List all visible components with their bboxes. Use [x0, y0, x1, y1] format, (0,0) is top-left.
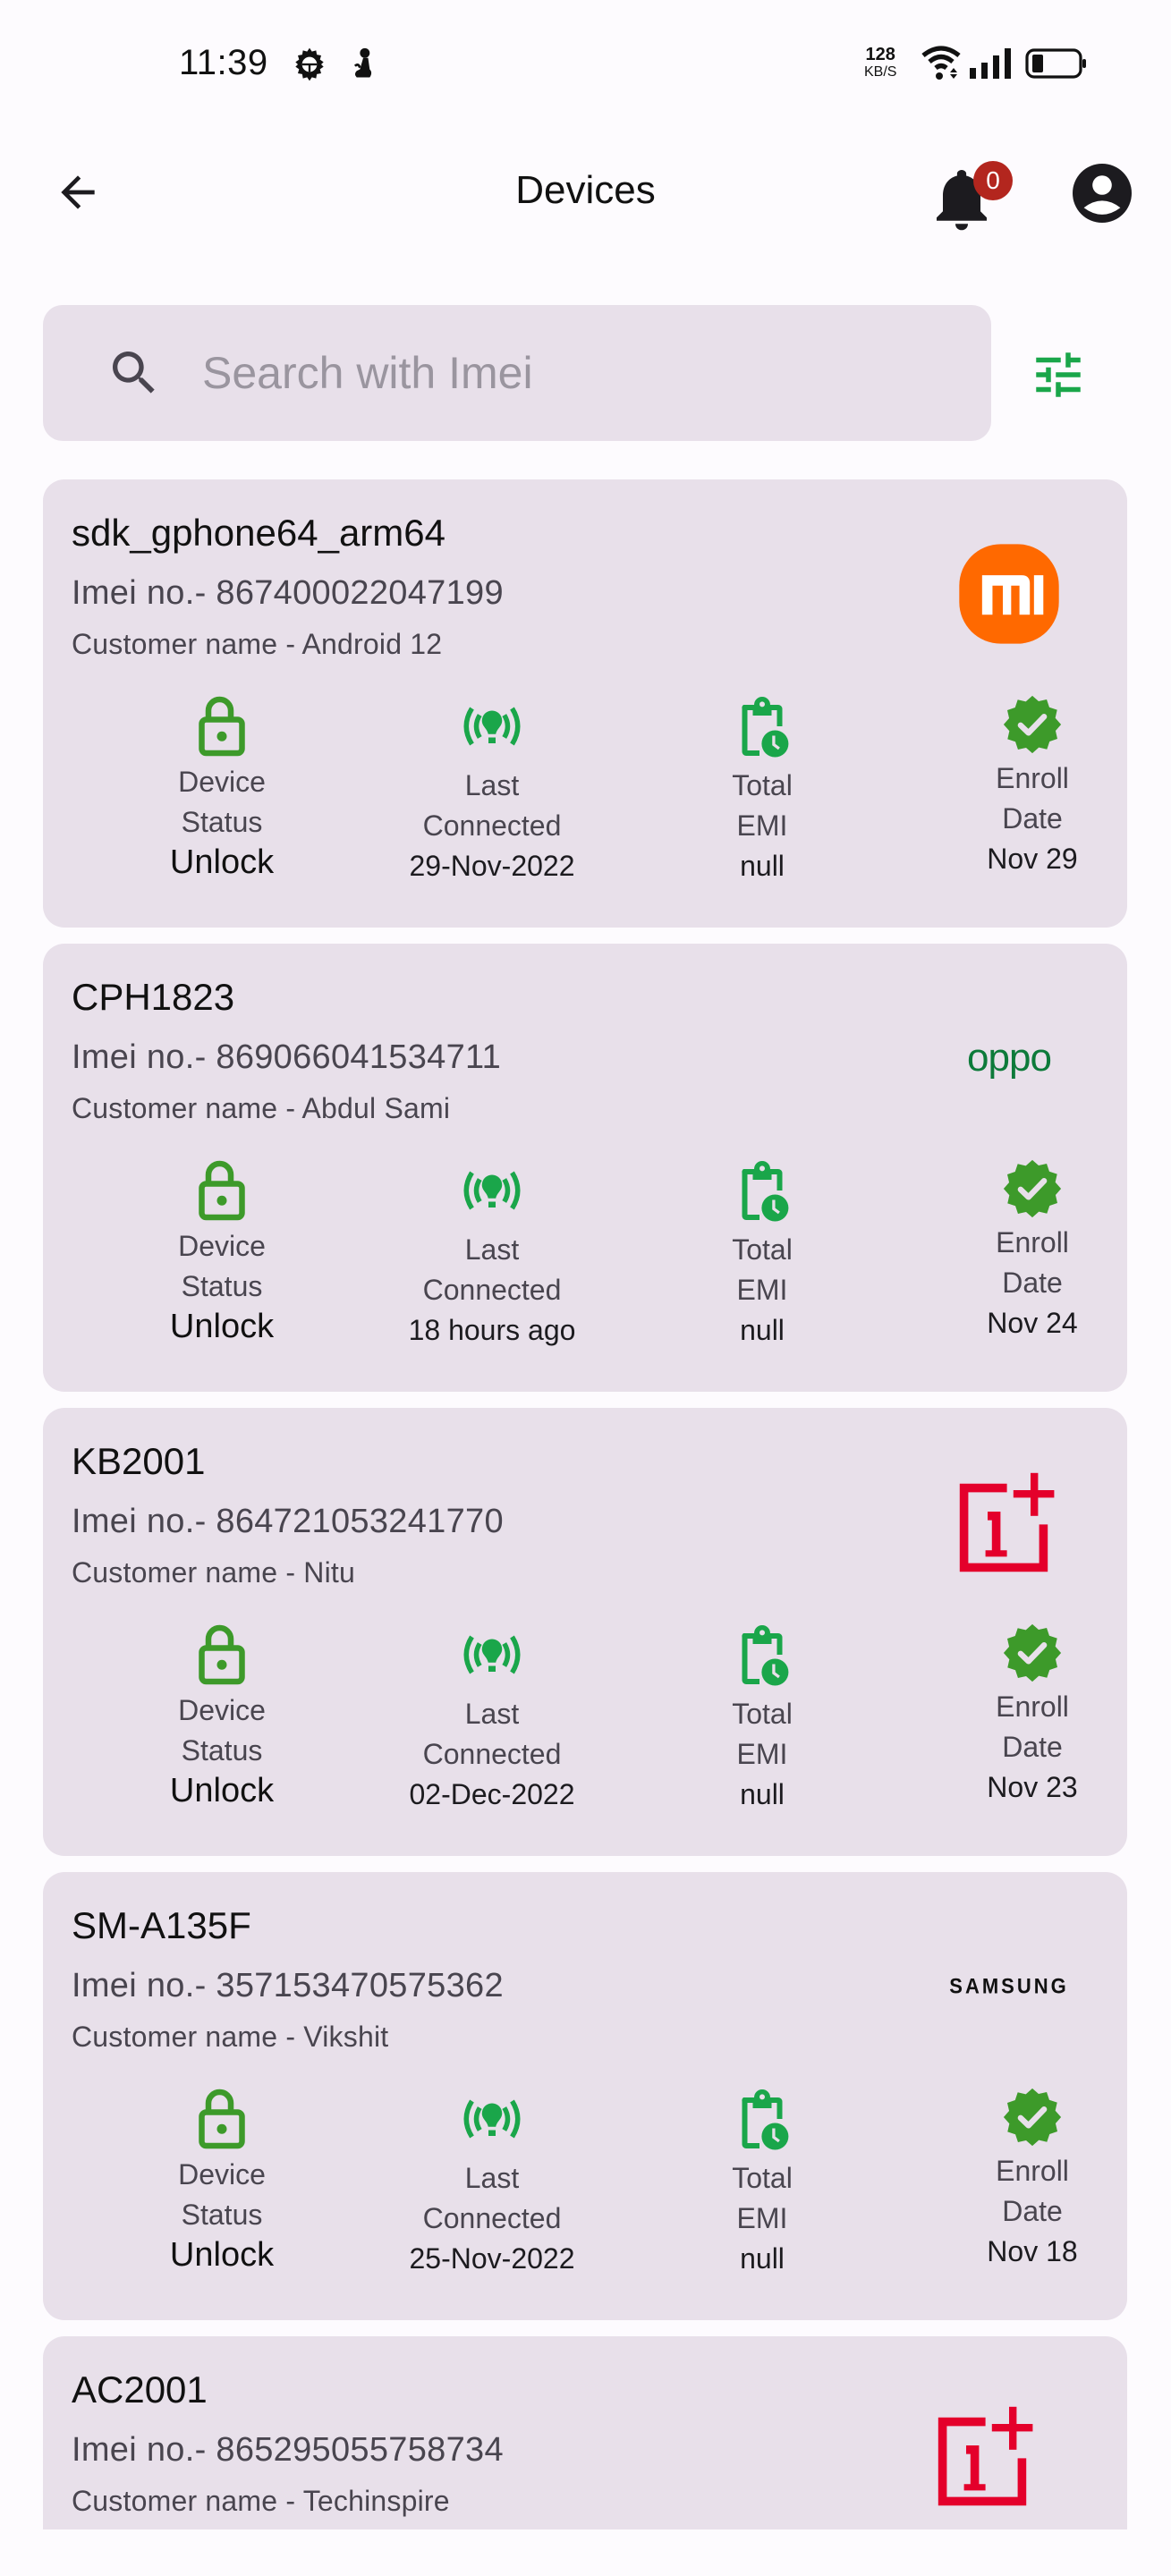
enroll-date-value: Nov 18: [987, 2235, 1078, 2267]
notification-count-badge: 0: [973, 161, 1013, 200]
last-connected-stat: Last Connected 29-Nov-2022: [358, 691, 626, 886]
samsung-logo-icon: SAMSUNG: [949, 1973, 1069, 1999]
enroll-date-stat: Enroll Date Nov 29: [898, 691, 1127, 878]
device-card[interactable]: SM-A135F Imei no.- 357153470575362 Custo…: [43, 1872, 1127, 2320]
oneplus-logo-icon: [946, 1460, 1072, 1585]
device-imei: Imei no.- 867400022047199: [72, 574, 504, 612]
total-emi-stat: Total EMI null: [628, 691, 896, 886]
enroll-date-stat: Enroll Date Nov 24: [898, 1155, 1127, 1343]
total-emi-value: null: [740, 1314, 785, 1346]
clipboard-clock-icon: [628, 2083, 896, 2155]
verified-badge-icon: [898, 691, 1127, 758]
tune-icon: [1029, 352, 1088, 408]
device-model: sdk_gphone64_arm64: [72, 512, 445, 554]
device-status-stat: Device Status Unlock: [88, 2083, 356, 2275]
device-model: CPH1823: [72, 976, 235, 1018]
broadcast-icon: [358, 691, 626, 762]
oneplus-logo-icon: [925, 2394, 1050, 2519]
device-model: KB2001: [72, 1440, 206, 1482]
device-card[interactable]: AC2001 Imei no.- 865295055758734 Custome…: [43, 2336, 1127, 2529]
total-emi-stat: Total EMI null: [628, 1155, 896, 1350]
total-emi-stat: Total EMI null: [628, 1619, 896, 1814]
battery-icon: [1025, 48, 1088, 83]
device-status-value: Unlock: [169, 2236, 275, 2274]
last-connected-value: 25-Nov-2022: [409, 2242, 575, 2275]
enroll-date-stat: Enroll Date Nov 18: [898, 2083, 1127, 2271]
device-card[interactable]: KB2001 Imei no.- 864721053241770 Custome…: [43, 1408, 1127, 1856]
verified-badge-icon: [898, 1619, 1127, 1687]
device-imei: Imei no.- 864721053241770: [72, 1503, 504, 1540]
search-icon: [106, 344, 163, 406]
filter-button[interactable]: [1029, 345, 1088, 404]
last-connected-value: 18 hours ago: [408, 1314, 576, 1346]
oppo-logo-icon: oppo: [967, 1036, 1052, 1080]
clipboard-clock-icon: [628, 1619, 896, 1690]
unlock-icon: [88, 1619, 356, 1690]
broadcast-icon: [358, 1619, 626, 1690]
account-circle-icon: [1070, 164, 1134, 229]
network-speed: 128 KB/S: [864, 45, 897, 80]
verified-badge-icon: [898, 2083, 1127, 2151]
customer-name: Customer name - Abdul Sami: [72, 1092, 451, 1124]
customer-name: Customer name - Android 12: [72, 628, 443, 660]
unlock-icon: [88, 691, 356, 762]
device-status-value: Unlock: [169, 1772, 275, 1809]
customer-name: Customer name - Nitu: [72, 1556, 355, 1589]
broadcast-icon: [358, 1155, 626, 1226]
clipboard-clock-icon: [628, 1155, 896, 1226]
customer-name: Customer name - Techinspire: [72, 2485, 450, 2517]
notifications-button[interactable]: 0: [930, 159, 1013, 231]
broadcast-icon: [358, 2083, 626, 2155]
enroll-date-value: Nov 29: [987, 843, 1078, 875]
device-card[interactable]: sdk_gphone64_arm64 Imei no.- 86740002204…: [43, 479, 1127, 928]
search-bar: [43, 305, 991, 441]
enroll-date-stat: Enroll Date Nov 23: [898, 1619, 1127, 1807]
status-time: 11:39: [179, 43, 268, 82]
last-connected-value: 29-Nov-2022: [409, 850, 575, 882]
profile-button[interactable]: [1070, 161, 1134, 225]
customer-name: Customer name - Vikshit: [72, 2021, 389, 2053]
device-status-stat: Device Status Unlock: [88, 1155, 356, 1346]
signal-icon: [970, 48, 1013, 83]
device-status-value: Unlock: [169, 1308, 275, 1345]
unlock-icon: [88, 1155, 356, 1226]
gear-icon: [292, 47, 327, 87]
clipboard-clock-icon: [628, 691, 896, 762]
device-status-stat: Device Status Unlock: [88, 691, 356, 882]
total-emi-value: null: [740, 2242, 785, 2275]
device-status-stat: Device Status Unlock: [88, 1619, 356, 1810]
app-bar: Devices 0: [0, 134, 1171, 250]
total-emi-value: null: [740, 850, 785, 882]
device-model: AC2001: [72, 2368, 208, 2411]
device-imei: Imei no.- 357153470575362: [72, 1967, 504, 2004]
total-emi-stat: Total EMI null: [628, 2083, 896, 2278]
last-connected-stat: Last Connected 18 hours ago: [358, 1155, 626, 1350]
device-status-value: Unlock: [169, 843, 275, 881]
device-imei: Imei no.- 865295055758734: [72, 2431, 504, 2469]
device-model: SM-A135F: [72, 1904, 251, 1946]
device-card[interactable]: CPH1823 Imei no.- 869066041534711 Custom…: [43, 944, 1127, 1392]
last-connected-stat: Last Connected 02-Dec-2022: [358, 1619, 626, 1814]
last-connected-value: 02-Dec-2022: [409, 1778, 575, 1810]
notification-app-icon: [349, 47, 378, 87]
unlock-icon: [88, 2083, 356, 2155]
last-connected-stat: Last Connected 25-Nov-2022: [358, 2083, 626, 2278]
enroll-date-value: Nov 23: [987, 1771, 1078, 1803]
enroll-date-value: Nov 24: [987, 1307, 1078, 1339]
verified-badge-icon: [898, 1155, 1127, 1223]
device-imei: Imei no.- 869066041534711: [72, 1038, 502, 1076]
total-emi-value: null: [740, 1778, 785, 1810]
search-input[interactable]: [202, 305, 972, 441]
wifi-icon: [920, 43, 963, 85]
status-bar: 11:39 128 KB/S: [0, 0, 1171, 125]
xiaomi-logo-icon: [946, 531, 1072, 657]
